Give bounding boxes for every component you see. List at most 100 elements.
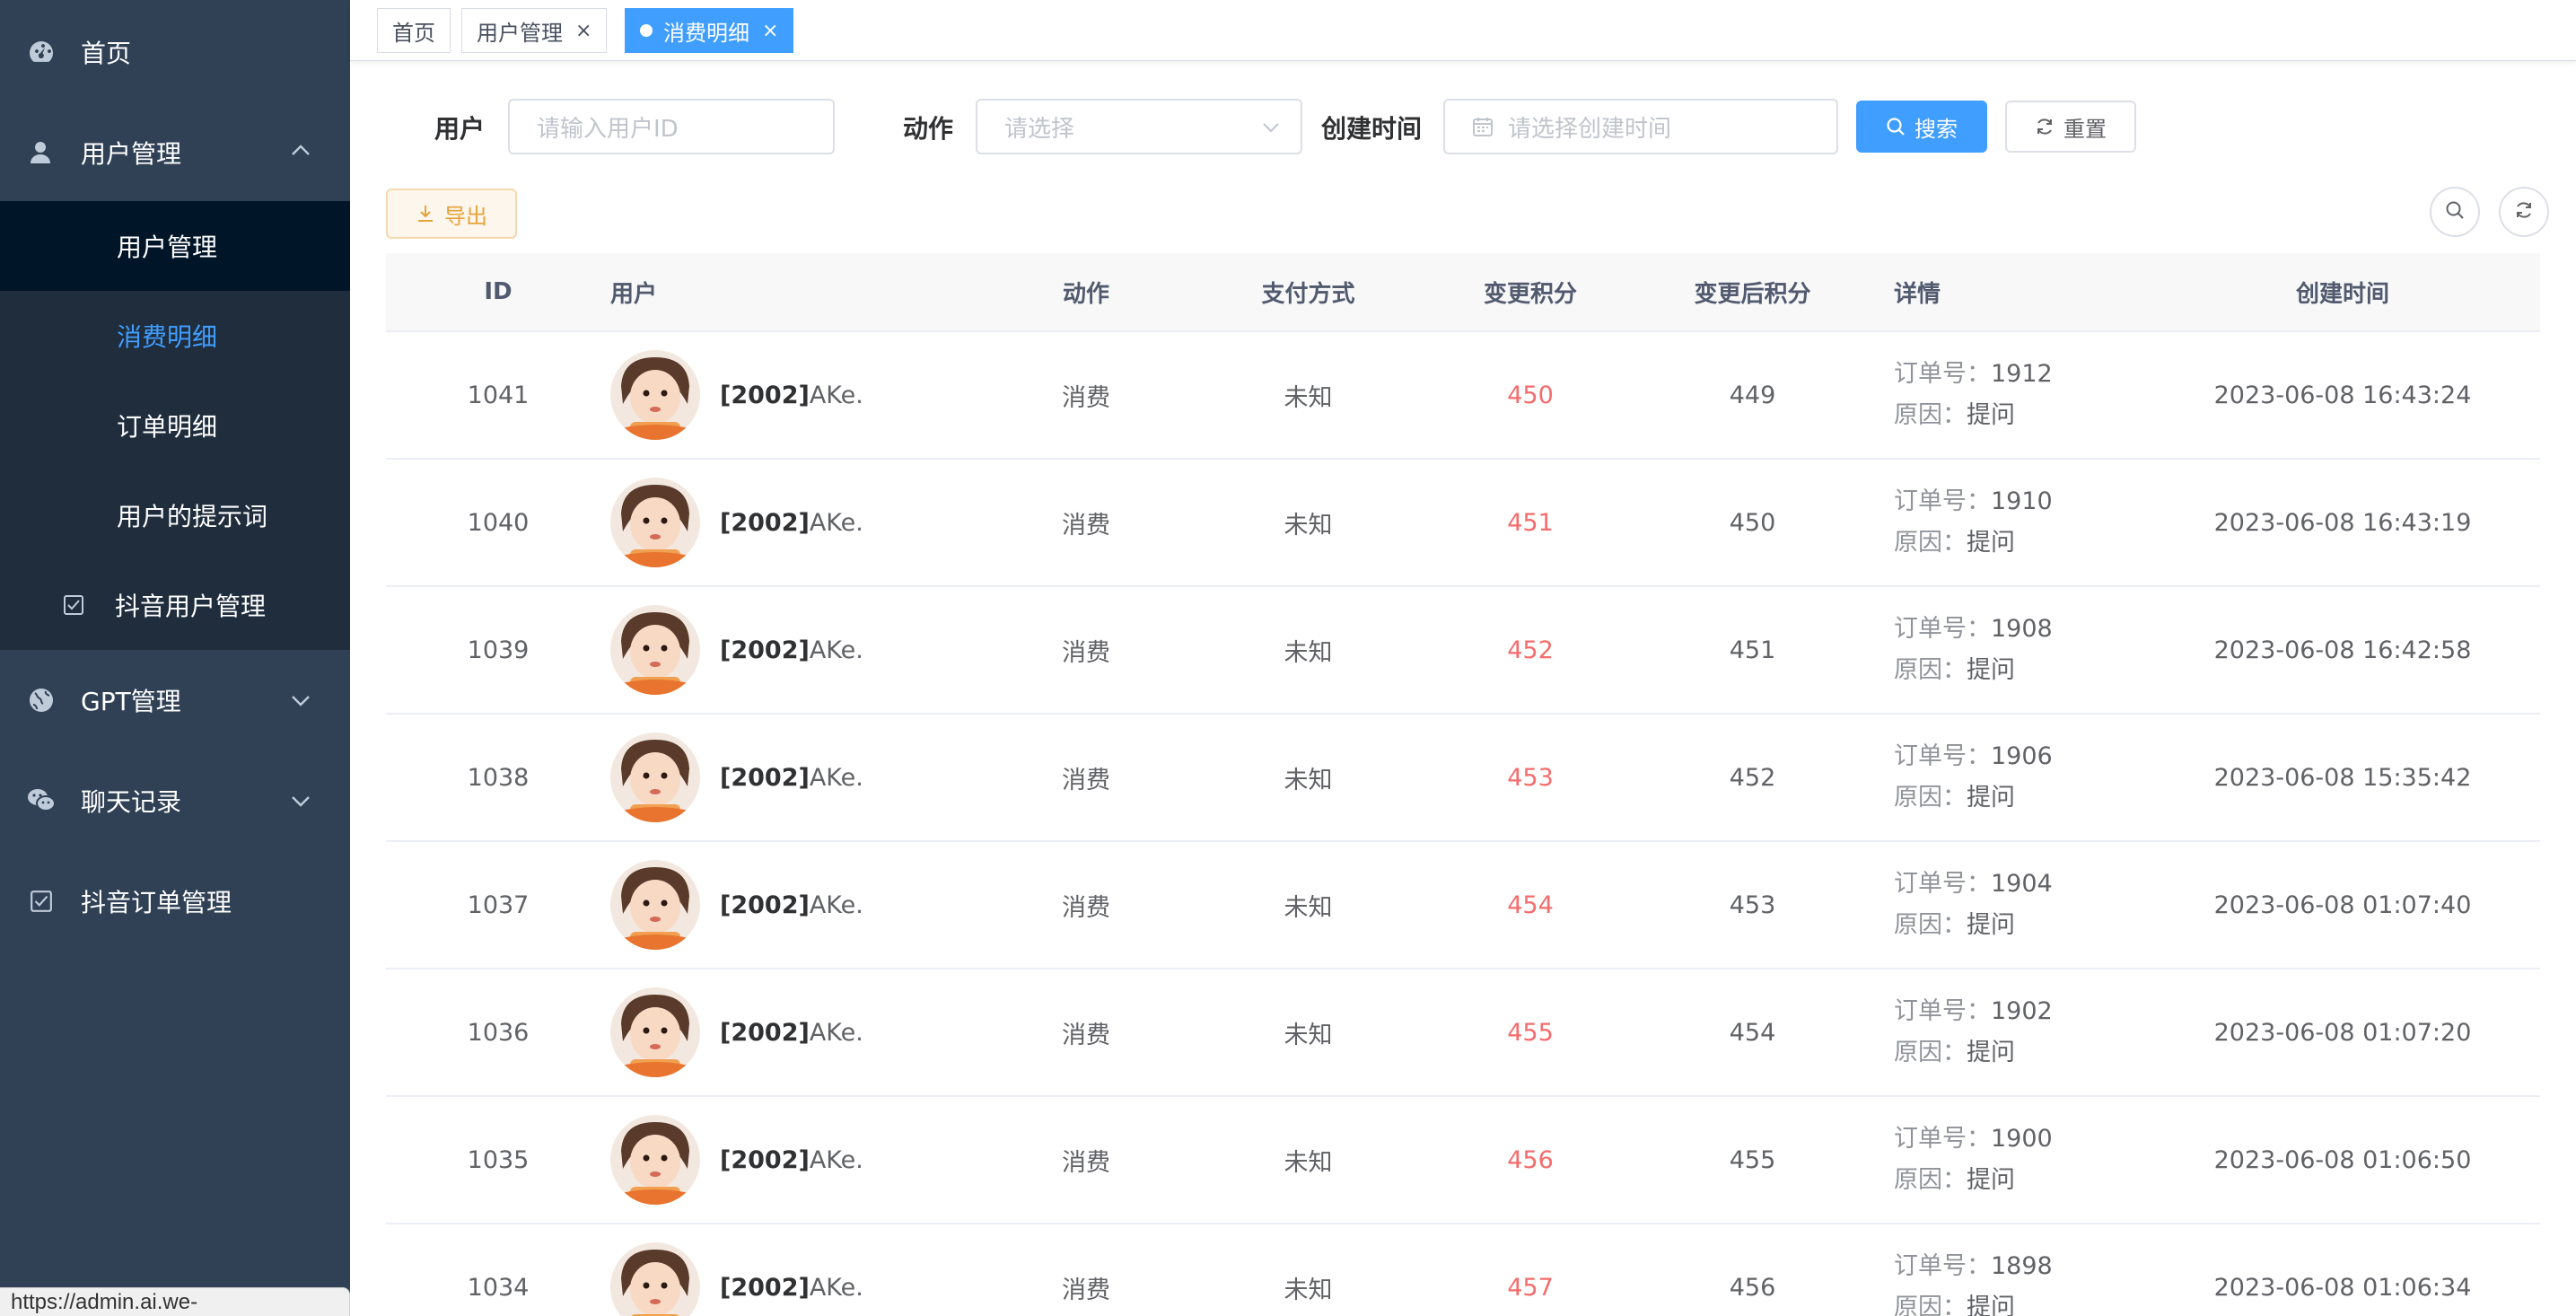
user-id-input[interactable]: 请输入用户ID xyxy=(508,99,835,154)
cell-detail: 订单号：1898 原因：提问 xyxy=(1894,1246,2145,1316)
cell-change: 453 xyxy=(1507,763,1554,792)
cell-pay: 未知 xyxy=(1284,638,1333,667)
checkbox-icon xyxy=(63,592,88,618)
reset-button-label: 重置 xyxy=(2063,116,2107,142)
cell-time: 2023-06-08 16:42:58 xyxy=(2213,636,2472,664)
detail-order: 订单号：1898 xyxy=(1894,1252,2053,1280)
toggle-search-button[interactable] xyxy=(2430,187,2480,237)
cell-action: 消费 xyxy=(1062,893,1110,922)
cell-after: 455 xyxy=(1729,1145,1776,1174)
cell-id: 1036 xyxy=(467,1018,530,1047)
search-icon xyxy=(1886,117,1906,136)
status-bar-url: https://admin.ai.we-universe.cn/user/use… xyxy=(0,1287,350,1316)
action-select[interactable]: 请选择 xyxy=(976,99,1302,154)
avatar[interactable] xyxy=(610,1242,700,1316)
refresh-table-button[interactable] xyxy=(2499,187,2549,237)
cell-pay: 未知 xyxy=(1284,1148,1333,1177)
input-placeholder: 请输入用户ID xyxy=(537,115,679,143)
sidebar-subitem-prompts[interactable]: 用户的提示词 xyxy=(0,470,350,560)
export-button[interactable]: 导出 xyxy=(386,189,517,239)
table-row: 1035 [2002]AKe. 消费 未知 456 455 订单号：1900 原… xyxy=(386,1097,2540,1224)
cell-after: 449 xyxy=(1729,381,1776,409)
chevron-down-icon xyxy=(291,792,311,812)
avatar[interactable] xyxy=(610,733,700,822)
sidebar-item-chat[interactable]: 聊天记录 xyxy=(0,750,350,851)
tab-user-mgmt[interactable]: 用户管理 × xyxy=(461,8,608,53)
cell-change: 454 xyxy=(1507,890,1554,919)
export-button-label: 导出 xyxy=(444,203,487,229)
sidebar-subitem-orders[interactable]: 订单明细 xyxy=(0,381,350,470)
cell-detail: 订单号：1904 原因：提问 xyxy=(1894,864,2145,946)
cell-user: [2002]AKe. xyxy=(610,1115,1005,1205)
detail-order: 订单号：1902 xyxy=(1894,997,2053,1025)
cell-after: 456 xyxy=(1729,1273,1776,1302)
avatar[interactable] xyxy=(610,350,700,440)
sidebar-item-home[interactable]: 首页 xyxy=(0,0,350,104)
col-header-detail: 详情 xyxy=(1894,280,1941,308)
detail-order: 订单号：1912 xyxy=(1894,360,2053,388)
detail-reason: 原因：提问 xyxy=(1894,656,2015,684)
app-root: 首页 用户管理 用户管理 消费明细 订单明细 用户的提示词 抖音用户管理 GPT… xyxy=(0,0,2576,1316)
checkbox-icon xyxy=(27,887,56,916)
sidebar-item-label: 消费明细 xyxy=(117,322,218,352)
cell-detail: 订单号：1902 原因：提问 xyxy=(1894,991,2145,1074)
detail-order: 订单号：1908 xyxy=(1894,615,2053,643)
sidebar-subitem-douyin-user[interactable]: 抖音用户管理 xyxy=(0,560,350,650)
sidebar-item-user-mgmt[interactable]: 用户管理 xyxy=(0,104,350,201)
search-icon xyxy=(2445,200,2465,224)
download-icon xyxy=(416,204,435,224)
sidebar-subitem-user-mgmt[interactable]: 用户管理 xyxy=(0,201,350,291)
cell-id: 1041 xyxy=(467,381,530,409)
cell-time: 2023-06-08 01:06:50 xyxy=(2213,1145,2472,1174)
cell-detail: 订单号：1910 原因：提问 xyxy=(1894,481,2145,564)
cell-id: 1035 xyxy=(467,1145,530,1174)
close-icon[interactable]: × xyxy=(575,20,591,42)
create-time-picker[interactable]: 请选择创建时间 xyxy=(1443,99,1838,154)
table-row: 1040 [2002]AKe. 消费 未知 451 450 订单号：1910 原… xyxy=(386,460,2540,587)
sidebar-item-label: 用户管理 xyxy=(117,232,218,262)
cell-user: [2002]AKe. xyxy=(610,350,1005,440)
sidebar-item-gpt[interactable]: GPT管理 xyxy=(0,650,350,750)
avatar[interactable] xyxy=(610,478,700,567)
sidebar-subitem-consumption[interactable]: 消费明细 xyxy=(0,291,350,381)
close-icon[interactable]: × xyxy=(762,20,778,42)
cell-time: 2023-06-08 01:06:34 xyxy=(2213,1273,2472,1302)
sidebar-item-douyin-order[interactable]: 抖音订单管理 xyxy=(0,851,350,952)
user-name: [2002]AKe. xyxy=(720,381,863,409)
cell-id: 1039 xyxy=(467,636,530,664)
tab-label: 首页 xyxy=(392,20,435,46)
user-icon xyxy=(27,138,56,167)
detail-order: 订单号：1900 xyxy=(1894,1125,2053,1153)
user-name: [2002]AKe. xyxy=(720,763,863,792)
detail-reason: 原因：提问 xyxy=(1894,1294,2015,1316)
sidebar-item-label: GPT管理 xyxy=(81,687,181,716)
detail-reason: 原因：提问 xyxy=(1894,1166,2015,1194)
cell-action: 消费 xyxy=(1062,1021,1110,1049)
cell-action: 消费 xyxy=(1062,638,1110,667)
cell-action: 消费 xyxy=(1062,1276,1110,1304)
cell-user: [2002]AKe. xyxy=(610,987,1005,1077)
reset-button[interactable]: 重置 xyxy=(2005,101,2136,153)
search-button[interactable]: 搜索 xyxy=(1856,101,1987,153)
cell-after: 450 xyxy=(1729,508,1776,537)
avatar[interactable] xyxy=(610,860,700,950)
table-row: 1039 [2002]AKe. 消费 未知 452 451 订单号：1908 原… xyxy=(386,587,2540,715)
table-row: 1034 [2002]AKe. 消费 未知 457 456 订单号：1898 原… xyxy=(386,1224,2540,1316)
tab-consumption[interactable]: 消费明细 × xyxy=(625,8,794,53)
cell-change: 455 xyxy=(1507,1018,1554,1047)
avatar[interactable] xyxy=(610,605,700,695)
cell-change: 450 xyxy=(1507,381,1554,409)
cell-time: 2023-06-08 01:07:40 xyxy=(2213,890,2472,919)
avatar[interactable] xyxy=(610,987,700,1077)
dashboard-icon xyxy=(27,38,56,66)
sidebar-item-label: 聊天记录 xyxy=(81,787,182,817)
cell-time: 2023-06-08 15:35:42 xyxy=(2213,763,2472,792)
calendar-icon xyxy=(1472,116,1494,137)
avatar[interactable] xyxy=(610,1115,700,1205)
tags-view: 首页 用户管理 × 消费明细 × xyxy=(350,0,2576,61)
cell-user: [2002]AKe. xyxy=(610,860,1005,950)
cell-pay: 未知 xyxy=(1284,511,1333,540)
tab-home[interactable]: 首页 xyxy=(377,8,451,53)
cell-id: 1040 xyxy=(467,508,530,537)
detail-order: 订单号：1910 xyxy=(1894,487,2053,515)
